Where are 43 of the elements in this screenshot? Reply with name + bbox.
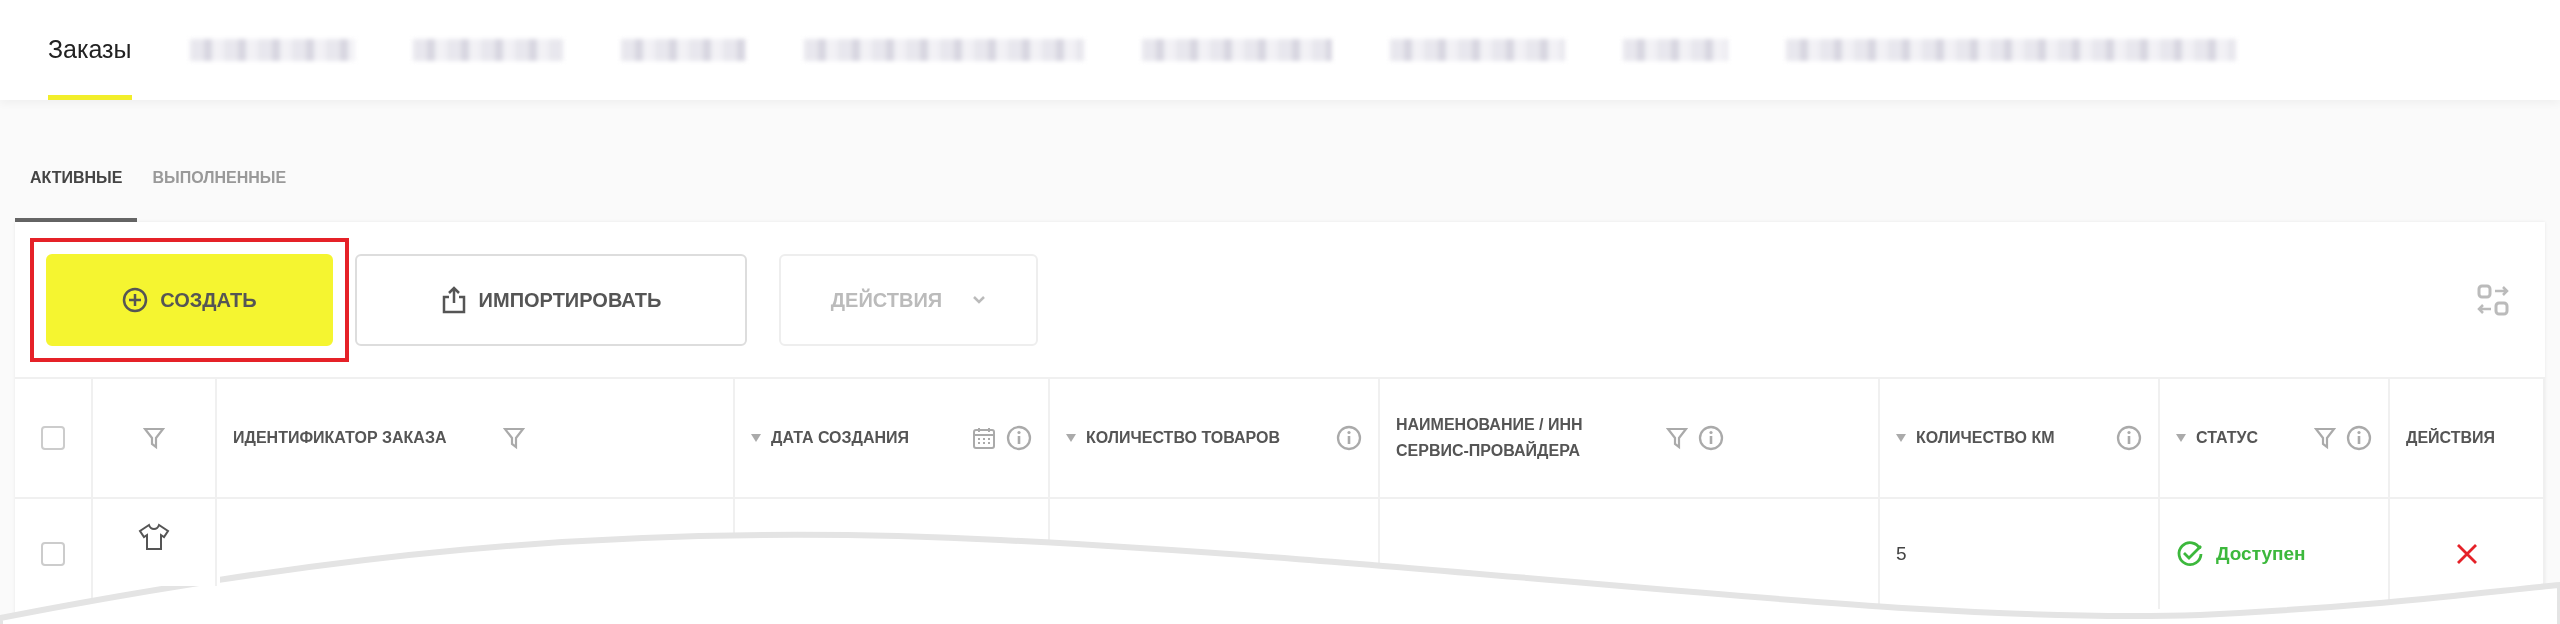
blurred-tab[interactable]	[1389, 39, 1565, 61]
sort-icon[interactable]	[751, 434, 761, 442]
info-icon[interactable]	[1006, 425, 1032, 451]
column-header: ДАТА СОЗДАНИЯ	[771, 428, 911, 449]
column-header: ИДЕНТИФИКАТОР ЗАКАЗА	[233, 428, 448, 449]
filter-icon[interactable]	[503, 426, 525, 450]
check-circle-icon	[2176, 540, 2204, 568]
create-button[interactable]: СОЗДАТЬ	[46, 253, 333, 346]
select-all-checkbox[interactable]	[41, 426, 65, 450]
column-header: НАИМЕНОВАНИЕ / ИНН СЕРВИС-ПРОВАЙДЕРА	[1396, 415, 1584, 461]
info-icon[interactable]	[2116, 425, 2142, 451]
column-header: КОЛИЧЕСТВО КМ	[1916, 428, 2056, 449]
column-header: СТАТУС	[2196, 428, 2259, 449]
filter-icon[interactable]	[2314, 426, 2336, 450]
info-icon[interactable]	[1698, 425, 1724, 451]
blurred-tab[interactable]	[1785, 39, 2236, 61]
info-icon[interactable]	[1336, 425, 1362, 451]
import-button[interactable]: ИМПОРТИРОВАТЬ	[355, 253, 747, 346]
sort-icon[interactable]	[2176, 434, 2186, 442]
filter-icon[interactable]	[1666, 426, 1688, 450]
caret-icon	[972, 294, 987, 305]
sort-icon[interactable]	[1066, 434, 1076, 442]
blurred-tab[interactable]	[1622, 39, 1728, 61]
blurred-tab[interactable]	[803, 39, 1084, 61]
row-checkbox[interactable]	[41, 542, 65, 566]
blurred-tab[interactable]	[620, 39, 746, 61]
blurred-tab[interactable]	[412, 39, 563, 61]
swap-columns-icon[interactable]	[2476, 282, 2510, 317]
calendar-icon[interactable]	[972, 426, 996, 450]
column-header: ДЕЙСТВИЯ	[2406, 427, 2497, 449]
blurred-tab[interactable]	[1141, 39, 1332, 61]
filter-icon[interactable]	[143, 426, 165, 450]
sort-icon[interactable]	[1896, 434, 1906, 442]
tshirt-icon	[138, 523, 170, 551]
blurred-tab[interactable]	[189, 39, 355, 61]
upload-icon	[440, 285, 467, 314]
plus-circle-icon	[122, 286, 149, 313]
delete-icon[interactable]	[2455, 543, 2478, 565]
info-icon[interactable]	[2346, 425, 2372, 451]
nav-tab[interactable]: Заказы	[48, 5, 132, 100]
column-header: КОЛИЧЕСТВО ТОВАРОВ	[1086, 428, 1282, 449]
status-text: Доступен	[2216, 541, 2306, 566]
table-cell-text: 5	[1896, 541, 1907, 566]
